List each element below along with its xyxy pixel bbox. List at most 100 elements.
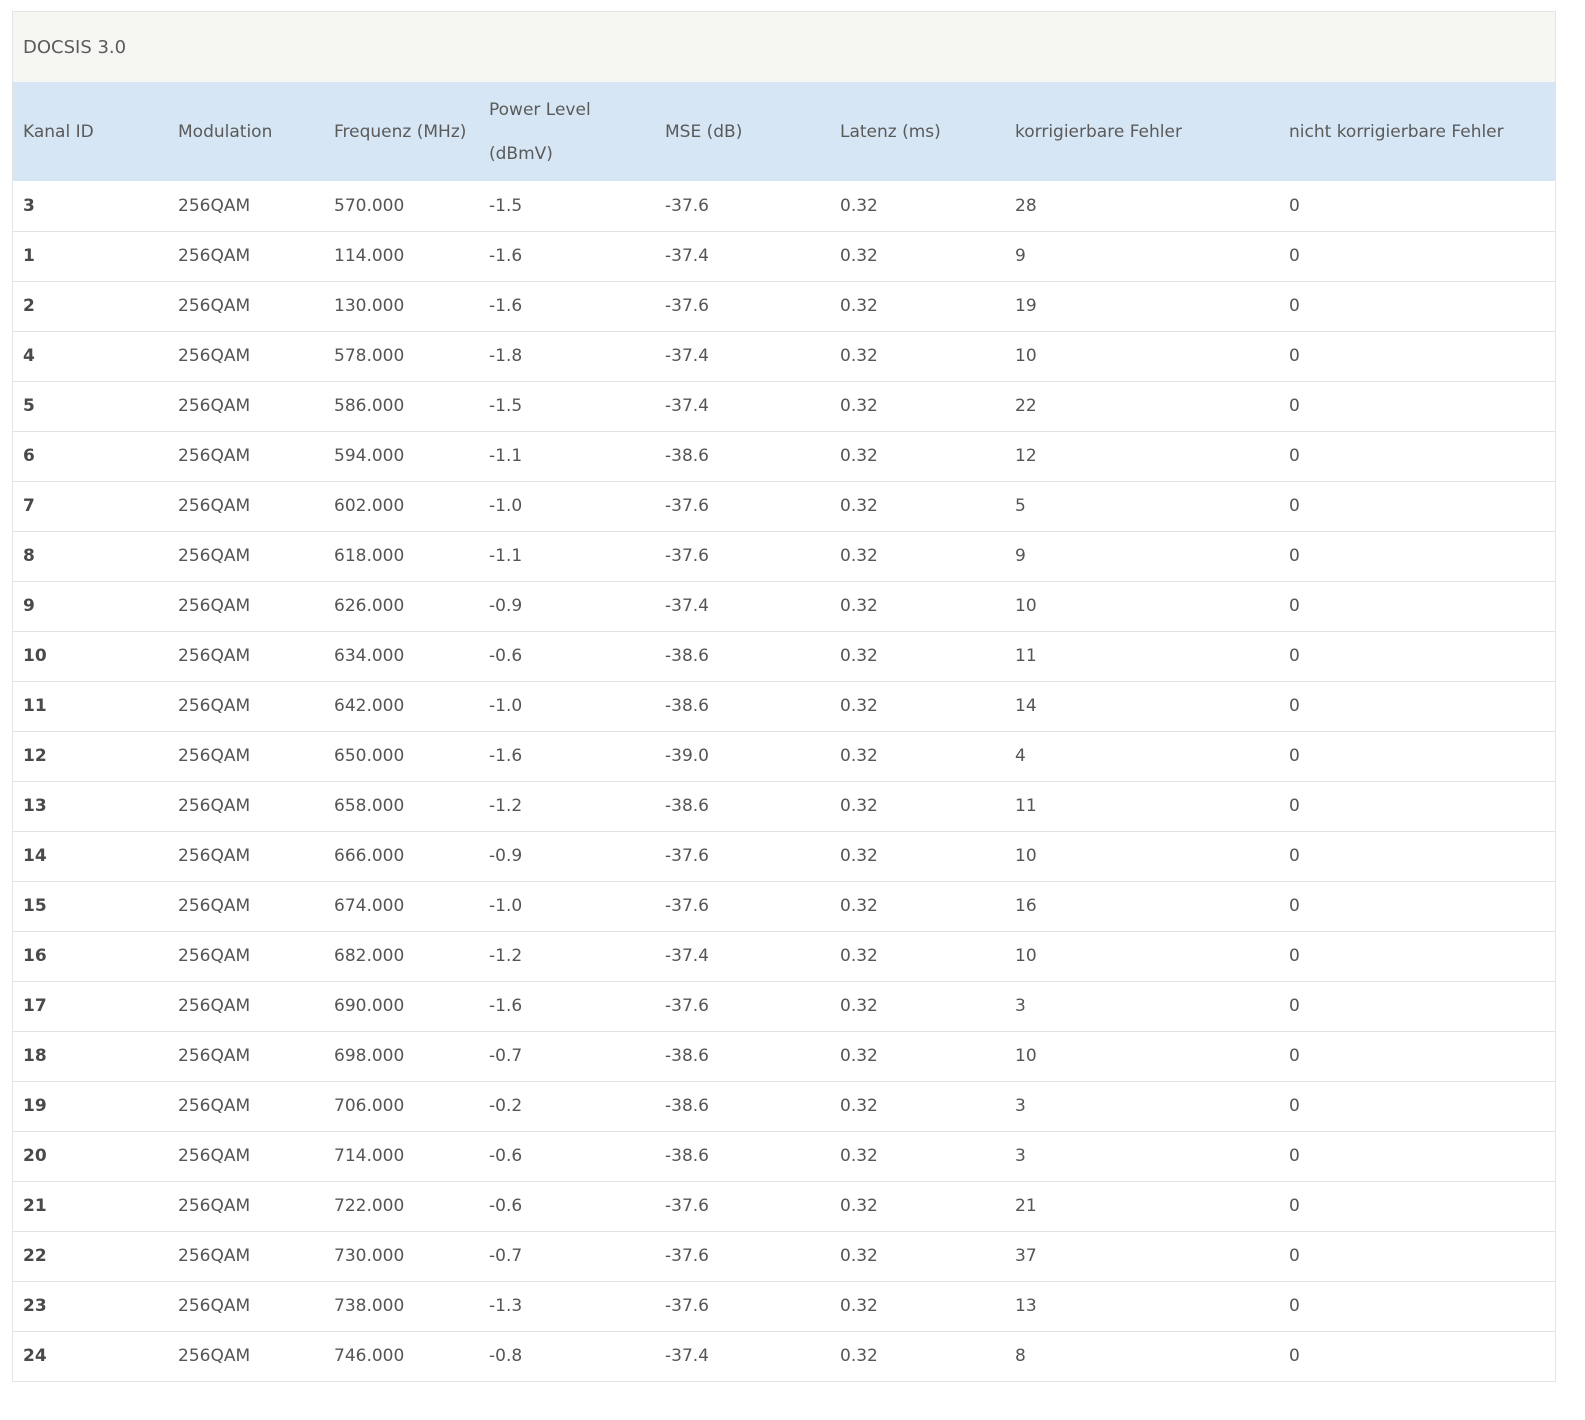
cell-latenz: 0.32 (840, 1096, 878, 1116)
cell-frequenz: 594.000 (334, 446, 405, 466)
table-row: 15 256QAM 674.000 -1.0 -37.6 0.32 16 0 (13, 881, 1555, 931)
cell-modulation: 256QAM (178, 646, 251, 666)
cell-kanal-id: 23 (23, 1296, 47, 1316)
cell-mse: -37.6 (665, 496, 709, 516)
cell-nicht-korrigierbare-fehler: 0 (1289, 296, 1300, 316)
cell-kanal-id: 17 (23, 996, 47, 1016)
cell-latenz: 0.32 (840, 1296, 878, 1316)
cell-kanal-id: 1 (23, 246, 35, 266)
cell-kanal-id: 12 (23, 746, 47, 766)
cell-frequenz: 586.000 (334, 396, 405, 416)
table-header: Kanal ID Modulation Frequenz (MHz) Power… (13, 82, 1555, 181)
header-frequenz: Frequenz (MHz) (334, 121, 467, 142)
cell-latenz: 0.32 (840, 1196, 878, 1216)
cell-korrigierbare-fehler: 5 (1015, 496, 1026, 516)
cell-latenz: 0.32 (840, 796, 878, 816)
cell-power-level: -0.2 (489, 1096, 523, 1116)
cell-power-level: -1.6 (489, 246, 523, 266)
cell-mse: -37.6 (665, 195, 709, 216)
cell-power-level: -0.6 (489, 1146, 523, 1166)
cell-frequenz: 658.000 (334, 796, 405, 816)
header-korrigierbare-fehler: korrigierbare Fehler (1015, 121, 1182, 142)
cell-latenz: 0.32 (840, 846, 878, 866)
cell-mse: -37.4 (665, 946, 709, 966)
cell-power-level: -1.2 (489, 796, 523, 816)
cell-korrigierbare-fehler: 12 (1015, 446, 1037, 466)
cell-power-level: -0.9 (489, 596, 523, 616)
cell-korrigierbare-fehler: 3 (1015, 1146, 1026, 1166)
cell-modulation: 256QAM (178, 446, 251, 466)
cell-mse: -38.6 (665, 646, 709, 666)
cell-nicht-korrigierbare-fehler: 0 (1289, 496, 1300, 516)
cell-power-level: -1.5 (489, 396, 523, 416)
table-row: 14 256QAM 666.000 -0.9 -37.6 0.32 10 0 (13, 831, 1555, 881)
cell-korrigierbare-fehler: 19 (1015, 296, 1037, 316)
cell-kanal-id: 9 (23, 596, 35, 616)
header-row: Kanal ID Modulation Frequenz (MHz) Power… (13, 82, 1555, 181)
cell-latenz: 0.32 (840, 246, 878, 266)
cell-korrigierbare-fehler: 37 (1015, 1246, 1037, 1266)
header-modulation: Modulation (178, 121, 273, 142)
cell-latenz: 0.32 (840, 946, 878, 966)
cell-modulation: 256QAM (178, 946, 251, 966)
cell-modulation: 256QAM (178, 546, 251, 566)
docsis-panel: DOCSIS 3.0 Kanal ID Modulation Frequenz … (12, 11, 1556, 1382)
cell-nicht-korrigierbare-fehler: 0 (1289, 696, 1300, 716)
cell-nicht-korrigierbare-fehler: 0 (1289, 1046, 1300, 1066)
cell-power-level: -0.9 (489, 846, 523, 866)
cell-korrigierbare-fehler: 10 (1015, 846, 1037, 866)
cell-korrigierbare-fehler: 10 (1015, 946, 1037, 966)
cell-kanal-id: 10 (23, 646, 47, 666)
cell-mse: -37.6 (665, 1296, 709, 1316)
cell-nicht-korrigierbare-fehler: 0 (1289, 1246, 1300, 1266)
table-row: 1 256QAM 114.000 -1.6 -37.4 0.32 9 0 (13, 231, 1555, 281)
cell-power-level: -0.6 (489, 646, 523, 666)
cell-power-level: -1.2 (489, 946, 523, 966)
cell-mse: -38.6 (665, 1046, 709, 1066)
cell-power-level: -1.6 (489, 996, 523, 1016)
cell-latenz: 0.32 (840, 1346, 878, 1367)
cell-kanal-id: 2 (23, 296, 35, 316)
cell-modulation: 256QAM (178, 496, 251, 516)
cell-korrigierbare-fehler: 13 (1015, 1296, 1037, 1316)
cell-frequenz: 642.000 (334, 696, 405, 716)
cell-power-level: -1.1 (489, 546, 523, 566)
cell-kanal-id: 24 (23, 1346, 47, 1367)
cell-latenz: 0.32 (840, 195, 878, 216)
cell-modulation: 256QAM (178, 246, 251, 266)
table-row: 9 256QAM 626.000 -0.9 -37.4 0.32 10 0 (13, 581, 1555, 631)
cell-nicht-korrigierbare-fehler: 0 (1289, 646, 1300, 666)
cell-nicht-korrigierbare-fehler: 0 (1289, 446, 1300, 466)
cell-latenz: 0.32 (840, 346, 878, 366)
cell-frequenz: 570.000 (334, 195, 405, 216)
cell-frequenz: 698.000 (334, 1046, 405, 1066)
cell-frequenz: 618.000 (334, 546, 405, 566)
cell-korrigierbare-fehler: 4 (1015, 746, 1026, 766)
cell-modulation: 256QAM (178, 996, 251, 1016)
cell-frequenz: 682.000 (334, 946, 405, 966)
cell-kanal-id: 11 (23, 696, 47, 716)
table-row: 8 256QAM 618.000 -1.1 -37.6 0.32 9 0 (13, 531, 1555, 581)
cell-korrigierbare-fehler: 11 (1015, 796, 1037, 816)
table-row: 17 256QAM 690.000 -1.6 -37.6 0.32 3 0 (13, 981, 1555, 1031)
cell-nicht-korrigierbare-fehler: 0 (1289, 396, 1300, 416)
table-row: 6 256QAM 594.000 -1.1 -38.6 0.32 12 0 (13, 431, 1555, 481)
cell-latenz: 0.32 (840, 896, 878, 916)
cell-modulation: 256QAM (178, 896, 251, 916)
cell-korrigierbare-fehler: 9 (1015, 546, 1026, 566)
cell-korrigierbare-fehler: 10 (1015, 596, 1037, 616)
cell-frequenz: 130.000 (334, 296, 405, 316)
cell-kanal-id: 8 (23, 546, 35, 566)
cell-power-level: -1.3 (489, 1296, 523, 1316)
cell-nicht-korrigierbare-fehler: 0 (1289, 746, 1300, 766)
cell-latenz: 0.32 (840, 1146, 878, 1166)
header-power-level: Power Level (dBmV) (479, 82, 655, 181)
table-row: 20 256QAM 714.000 -0.6 -38.6 0.32 3 0 (13, 1131, 1555, 1181)
channel-table: Kanal ID Modulation Frequenz (MHz) Power… (13, 82, 1555, 1381)
cell-frequenz: 706.000 (334, 1096, 405, 1116)
panel-title: DOCSIS 3.0 (13, 12, 1555, 82)
cell-modulation: 256QAM (178, 1246, 251, 1266)
cell-mse: -37.6 (665, 896, 709, 916)
cell-nicht-korrigierbare-fehler: 0 (1289, 195, 1300, 216)
cell-nicht-korrigierbare-fehler: 0 (1289, 1346, 1300, 1367)
